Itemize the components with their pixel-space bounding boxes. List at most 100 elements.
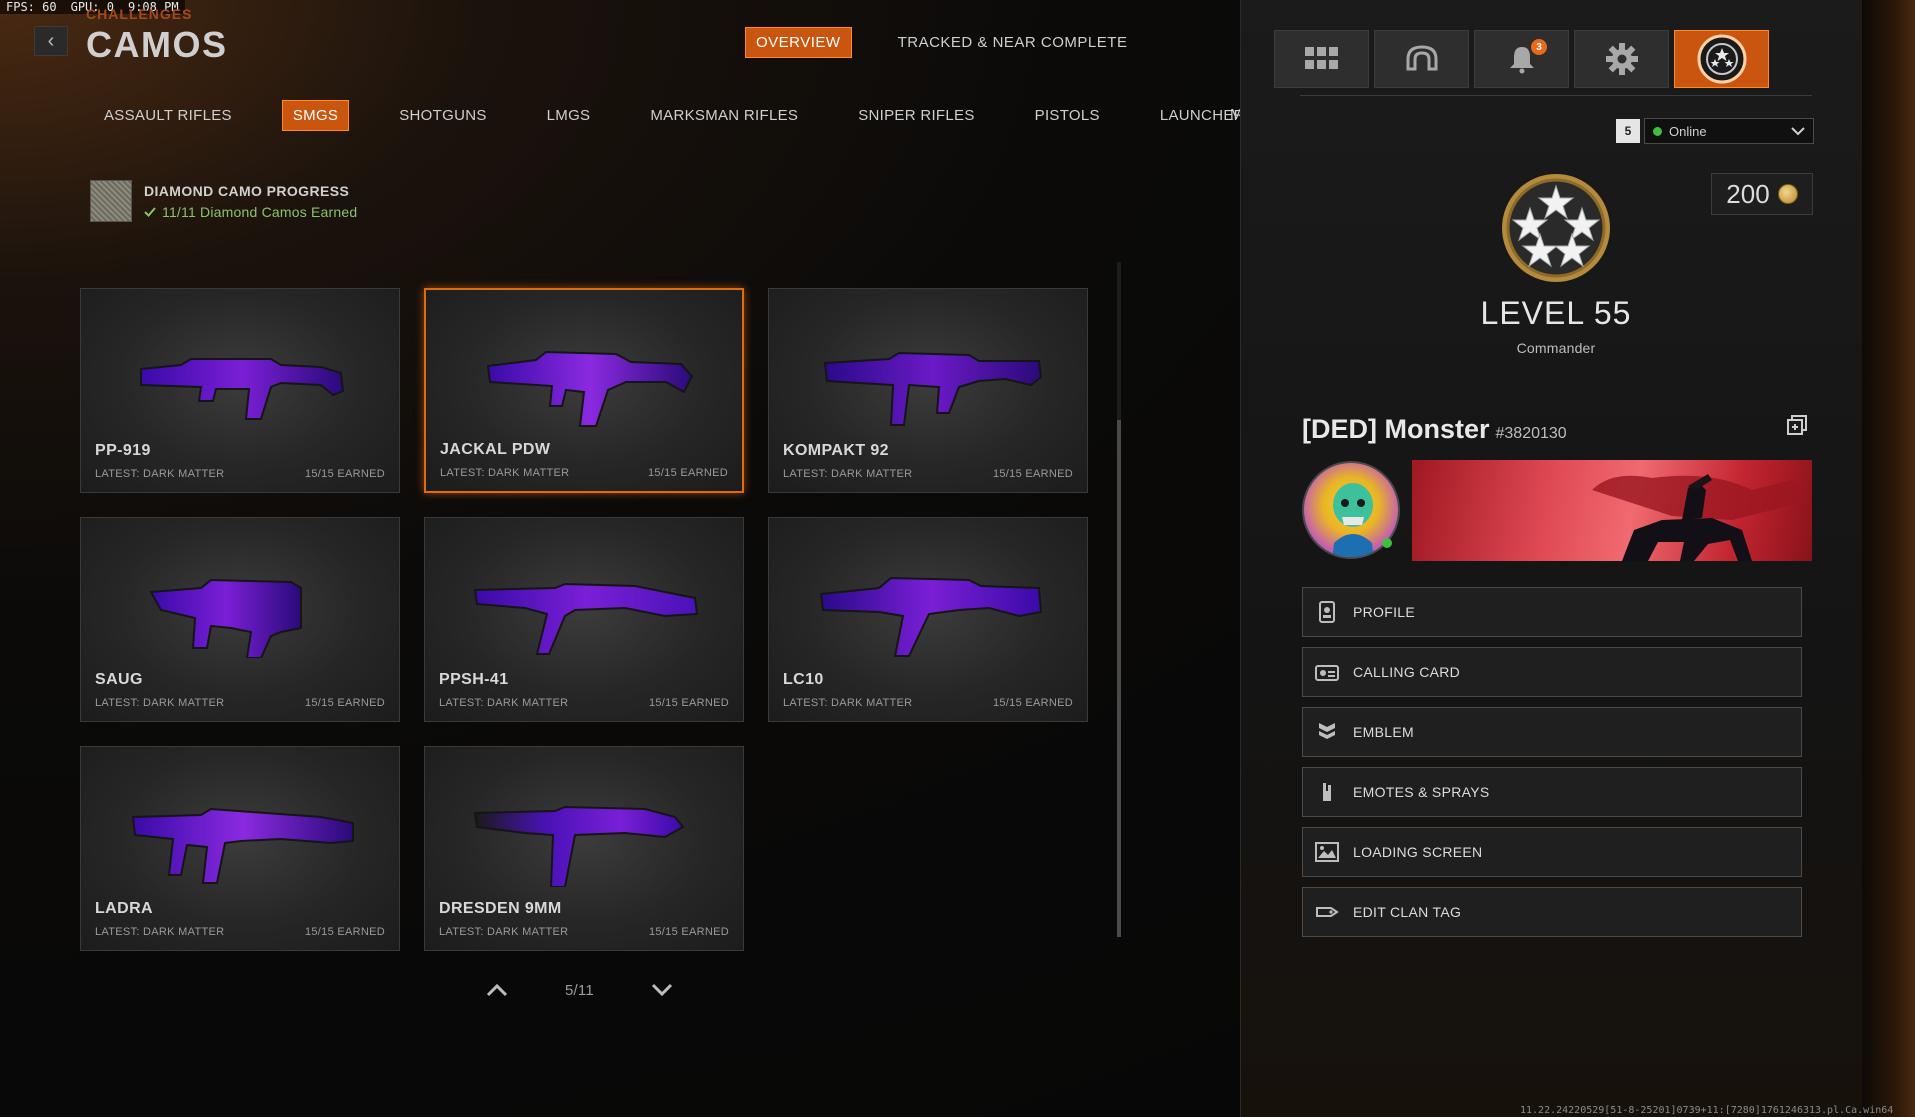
weapon-card-kompakt-92[interactable]: KOMPAKT 92 LATEST: DARK MATTER 15/15 EAR… [768, 288, 1088, 493]
weapon-name: DRESDEN 9MM [439, 900, 562, 917]
weapon-image [473, 805, 685, 887]
weapon-card-pp-919[interactable]: PP-919 LATEST: DARK MATTER 15/15 EARNED [80, 288, 400, 493]
rank-emblem-icon [1502, 174, 1610, 282]
gamertag: [DED] Monster #3820130 [1302, 414, 1567, 445]
menu-grid-button[interactable] [1274, 30, 1369, 88]
progress-status: 11/11 Diamond Camos Earned [144, 204, 357, 220]
currency-amount: 200 [1726, 178, 1770, 209]
pager: 5/11 [485, 980, 674, 1000]
grid-scrollbar[interactable] [1117, 262, 1121, 937]
coin-icon [1777, 184, 1798, 204]
weapon-card-saug[interactable]: SAUG LATEST: DARK MATTER 15/15 EARNED [80, 517, 400, 722]
menu-label: EDIT CLAN TAG [1353, 904, 1462, 920]
weapon-card-dresden-9mm[interactable]: DRESDEN 9MM LATEST: DARK MATTER 15/15 EA… [424, 746, 744, 951]
social-button[interactable] [1374, 30, 1469, 88]
weapon-earned-count: 15/15 EARNED [647, 467, 728, 479]
panel-icon-tabs: 3 [1274, 30, 1769, 88]
divider [1300, 95, 1812, 96]
page-indicator: 5/11 [565, 981, 594, 999]
chevron-down-icon [1791, 126, 1805, 135]
weapon-name: JACKAL PDW [440, 441, 551, 458]
weapon-grid: PP-919 LATEST: DARK MATTER 15/15 EARNED … [80, 288, 1088, 951]
weapon-card-lc10[interactable]: LC10 LATEST: DARK MATTER 15/15 EARNED [768, 517, 1088, 722]
profile-rank-button[interactable] [1674, 30, 1769, 88]
menu-label: LOADING SCREEN [1353, 844, 1483, 860]
notification-badge: 3 [1531, 39, 1547, 55]
presence-controls: 5 Online [1616, 118, 1814, 144]
weapon-image [473, 582, 699, 655]
tab-pistols[interactable]: PISTOLS [1025, 101, 1110, 130]
panel-edge-glow [1862, 0, 1915, 1117]
online-status-dropdown[interactable]: Online [1644, 118, 1814, 144]
tab-shotguns[interactable]: SHOTGUNS [389, 101, 496, 130]
tab-overview[interactable]: OVERVIEW [745, 27, 852, 58]
currency-display: 200 [1711, 173, 1813, 215]
tab-sniper-rifles[interactable]: SNIPER RIFLES [848, 101, 984, 130]
menu-emotes-sprays[interactable]: EMOTES & SPRAYS [1302, 767, 1802, 817]
rank-icon [1697, 34, 1746, 84]
chevron-up-icon [486, 983, 508, 997]
weapon-image [140, 358, 345, 420]
chevron-down-icon [651, 983, 672, 997]
menu-label: EMBLEM [1353, 724, 1414, 740]
menu-loading-screen[interactable]: LOADING SCREEN [1302, 827, 1802, 877]
settings-button[interactable] [1574, 30, 1669, 88]
page-title: CAMOS [86, 24, 228, 65]
chevron-left-icon: ‹ [47, 29, 55, 52]
weapon-card-ladra[interactable]: LADRA LATEST: DARK MATTER 15/15 EARNED [80, 746, 400, 951]
page-down-button[interactable] [650, 980, 674, 1000]
weapon-earned-count: 15/15 EARNED [648, 926, 729, 938]
tab-assault-rifles[interactable]: ASSAULT RIFLES [94, 101, 242, 130]
breadcrumb: CHALLENGES [86, 6, 193, 22]
headset-icon [1406, 45, 1437, 71]
menu-calling-card[interactable]: CALLING CARD [1302, 647, 1802, 697]
menu-label: CALLING CARD [1353, 664, 1461, 680]
weapon-image [819, 576, 1043, 657]
tab-lmgs[interactable]: LMGS [537, 101, 601, 130]
grid-icon [1304, 47, 1338, 69]
calling-card-banner[interactable] [1412, 460, 1812, 561]
weapon-earned-count: 15/15 EARNED [648, 697, 729, 709]
weapon-latest-camo: LATEST: DARK MATTER [440, 467, 570, 479]
diamond-camo-swatch [90, 180, 132, 222]
rank-title: Commander [1516, 340, 1596, 356]
weapon-card-ppsh-41[interactable]: PPSH-41 LATEST: DARK MATTER 15/15 EARNED [424, 517, 744, 722]
tab-smgs[interactable]: SMGS [281, 100, 350, 131]
profile-menu: PROFILE CALLING CARD EMBLEM EMOTES & SPR… [1302, 587, 1802, 947]
notifications-button[interactable]: 3 [1474, 30, 1569, 88]
emblem-icon [1315, 720, 1339, 744]
checkmark-icon [144, 206, 156, 217]
menu-label: EMOTES & SPRAYS [1353, 784, 1490, 800]
player-level: LEVEL 55 [1480, 295, 1632, 331]
menu-profile[interactable]: PROFILE [1302, 587, 1802, 637]
gamertag-name: [DED] Monster [1302, 414, 1490, 444]
gamertag-id: #3820130 [1495, 425, 1567, 442]
grid-scroll-thumb[interactable] [1117, 420, 1121, 937]
weapon-image [486, 350, 694, 427]
weapon-earned-count: 15/15 EARNED [992, 697, 1073, 709]
weapon-category-tabs: ASSAULT RIFLES SMGS SHOTGUNS LMGS MARKSM… [94, 100, 1400, 131]
emote-icon [1315, 780, 1339, 804]
fps-label: FPS: 60 [6, 0, 57, 14]
menu-edit-clan-tag[interactable]: EDIT CLAN TAG [1302, 887, 1802, 937]
top-tabs: OVERVIEW TRACKED & NEAR COMPLETE [745, 27, 1137, 58]
gear-icon [1605, 43, 1638, 75]
weapon-name: LADRA [95, 900, 153, 917]
tab-tracked-near-complete[interactable]: TRACKED & NEAR COMPLETE [888, 28, 1138, 57]
back-button[interactable]: ‹ [34, 26, 68, 56]
weapon-latest-camo: LATEST: DARK MATTER [783, 468, 913, 480]
weapon-latest-camo: LATEST: DARK MATTER [783, 697, 913, 709]
weapon-earned-count: 15/15 EARNED [304, 468, 385, 480]
weapon-earned-count: 15/15 EARNED [304, 697, 385, 709]
tab-marksman-rifles[interactable]: MARKSMAN RIFLES [640, 101, 808, 130]
weapon-image [131, 807, 354, 884]
page-up-button[interactable] [485, 980, 509, 1000]
weapon-latest-camo: LATEST: DARK MATTER [95, 697, 225, 709]
clan-tag-icon [1315, 900, 1339, 924]
weapon-card-jackal-pdw[interactable]: JACKAL PDW LATEST: DARK MATTER 15/15 EAR… [424, 288, 744, 493]
weapon-earned-count: 15/15 EARNED [992, 468, 1073, 480]
build-id: 11.22.24220529[51-8-25201]0739+11:[7280]… [1520, 1105, 1894, 1116]
copy-icon[interactable] [1786, 414, 1808, 436]
menu-emblem[interactable]: EMBLEM [1302, 707, 1802, 757]
weapon-latest-camo: LATEST: DARK MATTER [95, 926, 225, 938]
